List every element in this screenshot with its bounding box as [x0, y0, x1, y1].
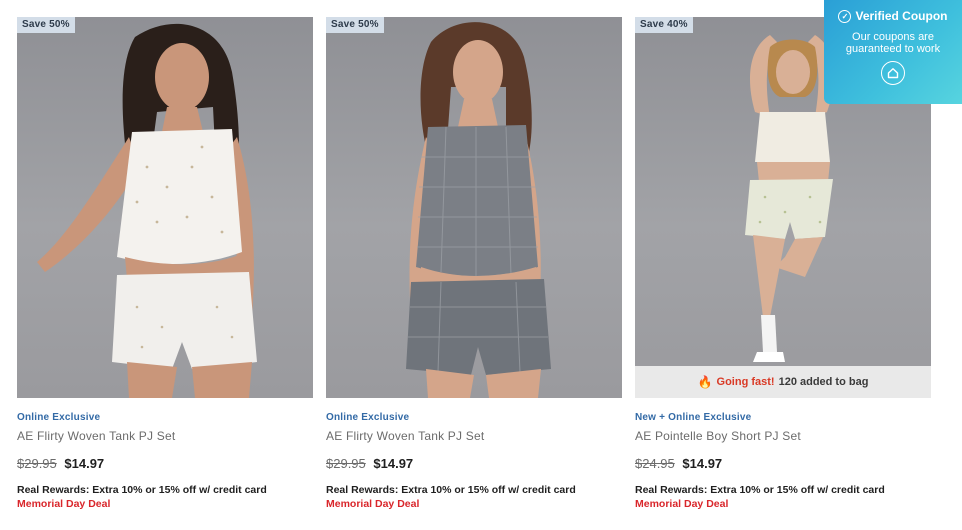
rewards-text: Real Rewards: Extra 10% or 15% off w/ cr…: [635, 484, 885, 496]
sale-price: $14.97: [682, 456, 723, 471]
verified-coupon-widget[interactable]: ✓ Verified Coupon Our coupons are guaran…: [824, 0, 962, 104]
original-price: $24.95: [635, 456, 675, 471]
product-image[interactable]: Save 50%: [326, 17, 622, 398]
check-circle-icon: ✓: [838, 9, 852, 23]
deal-label: Memorial Day Deal: [17, 498, 111, 510]
product-card[interactable]: Save 50% Online Exclusive AE Flirty Wove…: [326, 17, 622, 510]
sale-price: $14.97: [373, 456, 414, 471]
rewards-text: Real Rewards: Extra 10% or 15% off w/ cr…: [17, 484, 267, 496]
price-row: $24.95 $14.97: [635, 456, 931, 471]
product-card[interactable]: Save 50% Online Exclusive AE Flirty Wove…: [17, 17, 313, 510]
coupon-title-row: ✓ Verified Coupon: [824, 9, 962, 23]
product-photo-gingham-pj: [406, 22, 551, 398]
going-fast-label: Going fast!: [716, 376, 775, 388]
original-price: $29.95: [326, 456, 366, 471]
deal-label: Memorial Day Deal: [635, 498, 729, 510]
coupon-title: Verified Coupon: [855, 9, 948, 23]
coupon-line-2: guaranteed to work: [845, 43, 941, 55]
product-name[interactable]: AE Flirty Woven Tank PJ Set: [326, 429, 622, 443]
going-fast-banner: 🔥 Going fast! 120 added to bag: [635, 366, 931, 398]
rewards-text: Real Rewards: Extra 10% or 15% off w/ cr…: [326, 484, 576, 496]
flame-icon: 🔥: [697, 375, 713, 389]
original-price: $29.95: [17, 456, 57, 471]
price-row: $29.95 $14.97: [17, 456, 313, 471]
product-name[interactable]: AE Pointelle Boy Short PJ Set: [635, 429, 931, 443]
product-name[interactable]: AE Flirty Woven Tank PJ Set: [17, 429, 313, 443]
discount-badge: Save 40%: [635, 17, 693, 33]
product-tag: New + Online Exclusive: [635, 412, 752, 423]
added-to-bag-count: 120 added to bag: [778, 376, 869, 388]
product-tag: Online Exclusive: [17, 412, 101, 423]
home-icon[interactable]: [881, 61, 905, 85]
discount-badge: Save 50%: [326, 17, 384, 33]
sale-price: $14.97: [64, 456, 105, 471]
deal-label: Memorial Day Deal: [326, 498, 420, 510]
coupon-subtitle: Our coupons are guaranteed to work: [824, 31, 962, 55]
product-image[interactable]: Save 50%: [17, 17, 313, 398]
price-row: $29.95 $14.97: [326, 456, 622, 471]
product-tag: Online Exclusive: [326, 412, 410, 423]
product-photo-white-pj: [37, 23, 257, 398]
discount-badge: Save 50%: [17, 17, 75, 33]
coupon-line-1: Our coupons are: [852, 31, 934, 43]
